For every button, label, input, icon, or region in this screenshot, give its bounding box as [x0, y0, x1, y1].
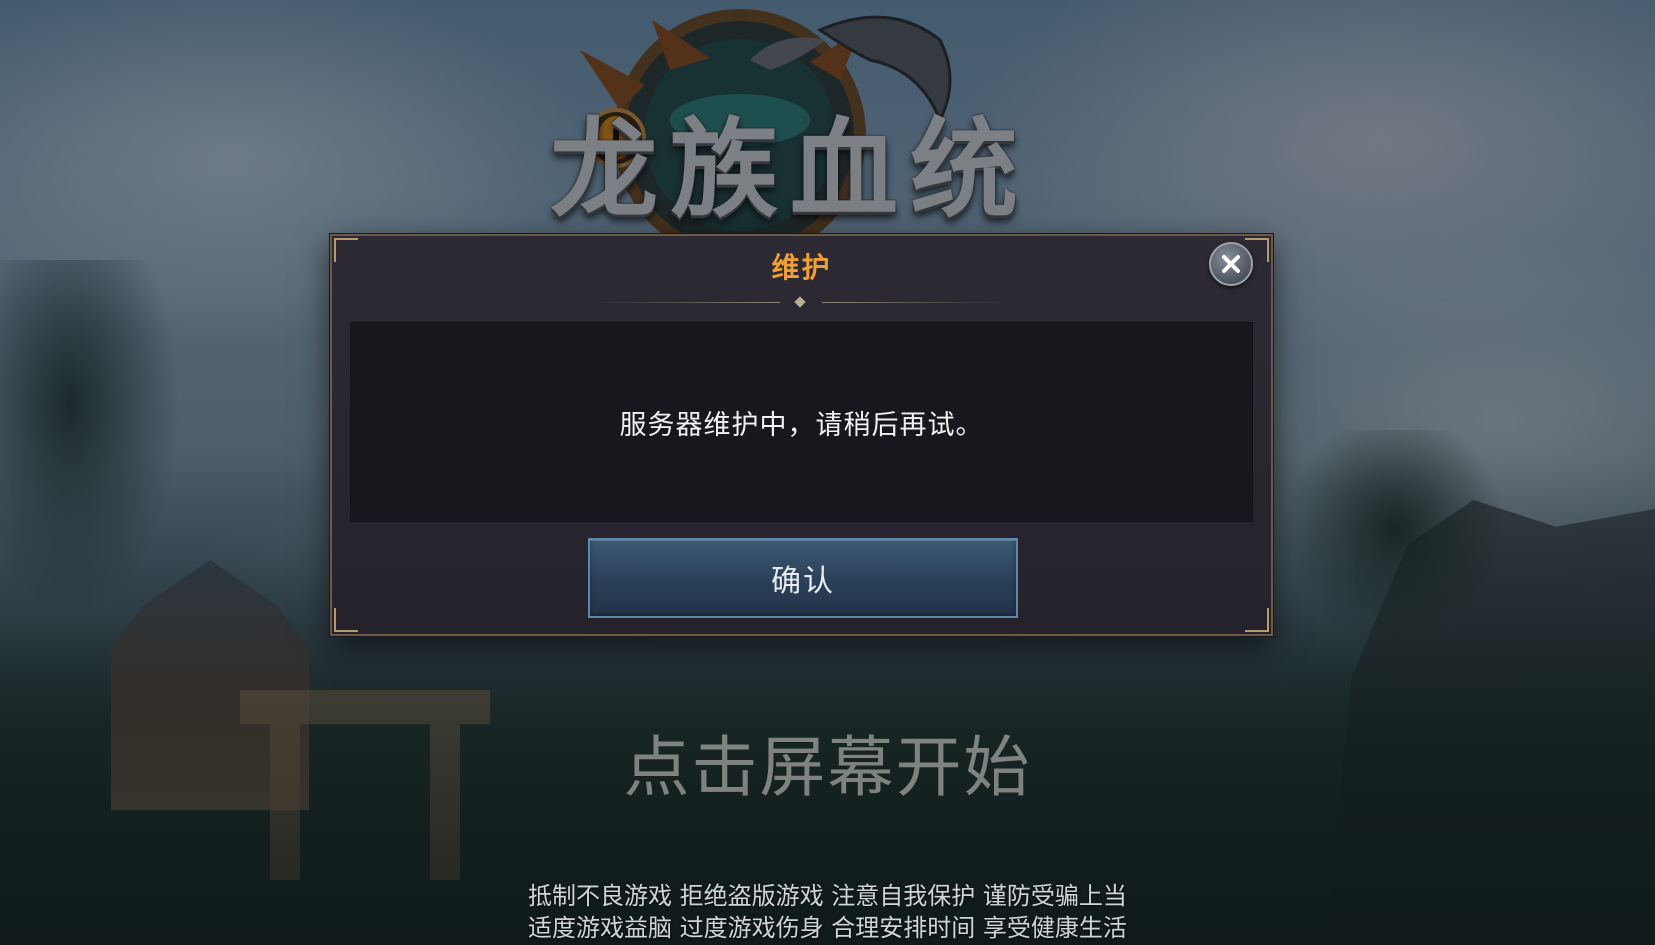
tap-to-start-hint[interactable]: 点击屏幕开始 — [0, 728, 1655, 808]
close-button[interactable] — [1209, 242, 1253, 286]
maintenance-dialog: 维护 服务器维护中，请稍后再试。 确认 — [330, 234, 1273, 636]
title-divider — [594, 296, 1008, 308]
dialog-title: 维护 — [771, 251, 832, 284]
divider-line — [594, 302, 780, 303]
divider-gem-icon — [794, 296, 806, 308]
confirm-button[interactable]: 确认 — [588, 538, 1018, 618]
dialog-corner-ornament — [334, 608, 358, 632]
close-icon — [1222, 255, 1240, 273]
confirm-button-label: 确认 — [771, 564, 835, 599]
game-screen[interactable]: 龙族血统 点击屏幕开始 抵制不良游戏 拒绝盗版游戏 注意自我保护 谨防受骗上当 … — [0, 0, 1655, 945]
dialog-corner-ornament — [1245, 608, 1269, 632]
health-notice: 抵制不良游戏 拒绝盗版游戏 注意自我保护 谨防受骗上当 适度游戏益脑 过度游戏伤… — [0, 880, 1655, 944]
dialog-message: 服务器维护中，请稍后再试。 — [619, 409, 984, 441]
divider-line — [822, 302, 1008, 303]
message-panel: 服务器维护中，请稍后再试。 — [350, 322, 1253, 522]
health-notice-line: 适度游戏益脑 过度游戏伤身 合理安排时间 享受健康生活 — [528, 914, 1127, 942]
health-notice-line: 抵制不良游戏 拒绝盗版游戏 注意自我保护 谨防受骗上当 — [528, 882, 1127, 910]
